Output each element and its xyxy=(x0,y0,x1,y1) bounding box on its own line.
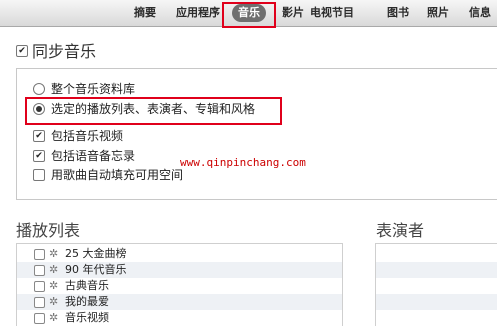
tab-apps[interactable]: 应用程序 xyxy=(176,4,220,22)
include-videos-checkbox[interactable]: ✔ xyxy=(33,130,45,142)
playlist-checkbox[interactable] xyxy=(34,297,45,308)
list-item[interactable]: ✲ 25 大金曲榜 xyxy=(17,246,342,262)
artists-list xyxy=(375,243,497,326)
radio-entire-library[interactable] xyxy=(33,83,45,95)
tab-photos[interactable]: 照片 xyxy=(427,4,449,22)
highlight-box-selected-option xyxy=(25,97,282,125)
playlists-list: ✲ 25 大金曲榜 ✲ 90 年代音乐 ✲ 古典音乐 ✲ 我的最爱 ✲ 音乐视频 xyxy=(16,243,343,326)
autofill-label: 用歌曲自动填充可用空间 xyxy=(51,168,184,182)
tab-summary[interactable]: 摘要 xyxy=(134,4,156,22)
list-item[interactable] xyxy=(376,310,497,326)
playlist-label: 我的最爱 xyxy=(65,295,109,308)
playlist-checkbox[interactable] xyxy=(34,313,45,324)
list-item[interactable] xyxy=(376,278,497,294)
include-voice-memos-checkbox[interactable]: ✔ xyxy=(33,150,45,162)
tab-movies[interactable]: 影片 xyxy=(282,4,304,22)
list-item[interactable] xyxy=(376,262,497,278)
playlist-checkbox[interactable] xyxy=(34,265,45,276)
list-item[interactable]: ✲ 音乐视频 xyxy=(17,310,342,326)
tab-books[interactable]: 图书 xyxy=(387,4,409,22)
list-item[interactable]: ✲ 我的最爱 xyxy=(17,294,342,310)
include-voice-memos-label: 包括语音备忘录 xyxy=(51,149,136,163)
playlist-label: 25 大金曲榜 xyxy=(65,247,127,260)
list-item[interactable]: ✲ 古典音乐 xyxy=(17,278,342,294)
list-item[interactable] xyxy=(376,246,497,262)
autofill-checkbox[interactable] xyxy=(33,169,45,181)
playlists-title: 播放列表 xyxy=(16,221,81,240)
watermark-text: www.qinpinchang.com xyxy=(180,156,306,169)
entire-library-label: 整个音乐资料库 xyxy=(51,82,136,96)
gear-icon: ✲ xyxy=(49,295,59,308)
playlist-checkbox[interactable] xyxy=(34,281,45,292)
playlist-label: 90 年代音乐 xyxy=(65,263,127,276)
artists-title: 表演者 xyxy=(376,221,425,240)
sync-options-panel: 整个音乐资料库 选定的播放列表、表演者、专辑和风格 ✔ 包括音乐视频 ✔ 包括语… xyxy=(16,68,497,200)
highlight-box-music-tab xyxy=(222,2,276,28)
tab-info[interactable]: 信息 xyxy=(469,4,491,22)
sync-music-checkbox[interactable]: ✔ xyxy=(16,45,28,57)
sync-music-label: 同步音乐 xyxy=(32,42,97,61)
gear-icon: ✲ xyxy=(49,247,59,260)
playlist-label: 古典音乐 xyxy=(65,279,109,292)
playlist-label: 音乐视频 xyxy=(65,311,109,324)
list-item[interactable] xyxy=(376,294,497,310)
tab-tv-shows[interactable]: 电视节目 xyxy=(310,4,354,22)
gear-icon: ✲ xyxy=(49,279,59,292)
playlist-checkbox[interactable] xyxy=(34,249,45,260)
gear-icon: ✲ xyxy=(49,311,59,324)
list-item[interactable]: ✲ 90 年代音乐 xyxy=(17,262,342,278)
include-videos-label: 包括音乐视频 xyxy=(51,129,124,143)
gear-icon: ✲ xyxy=(49,263,59,276)
